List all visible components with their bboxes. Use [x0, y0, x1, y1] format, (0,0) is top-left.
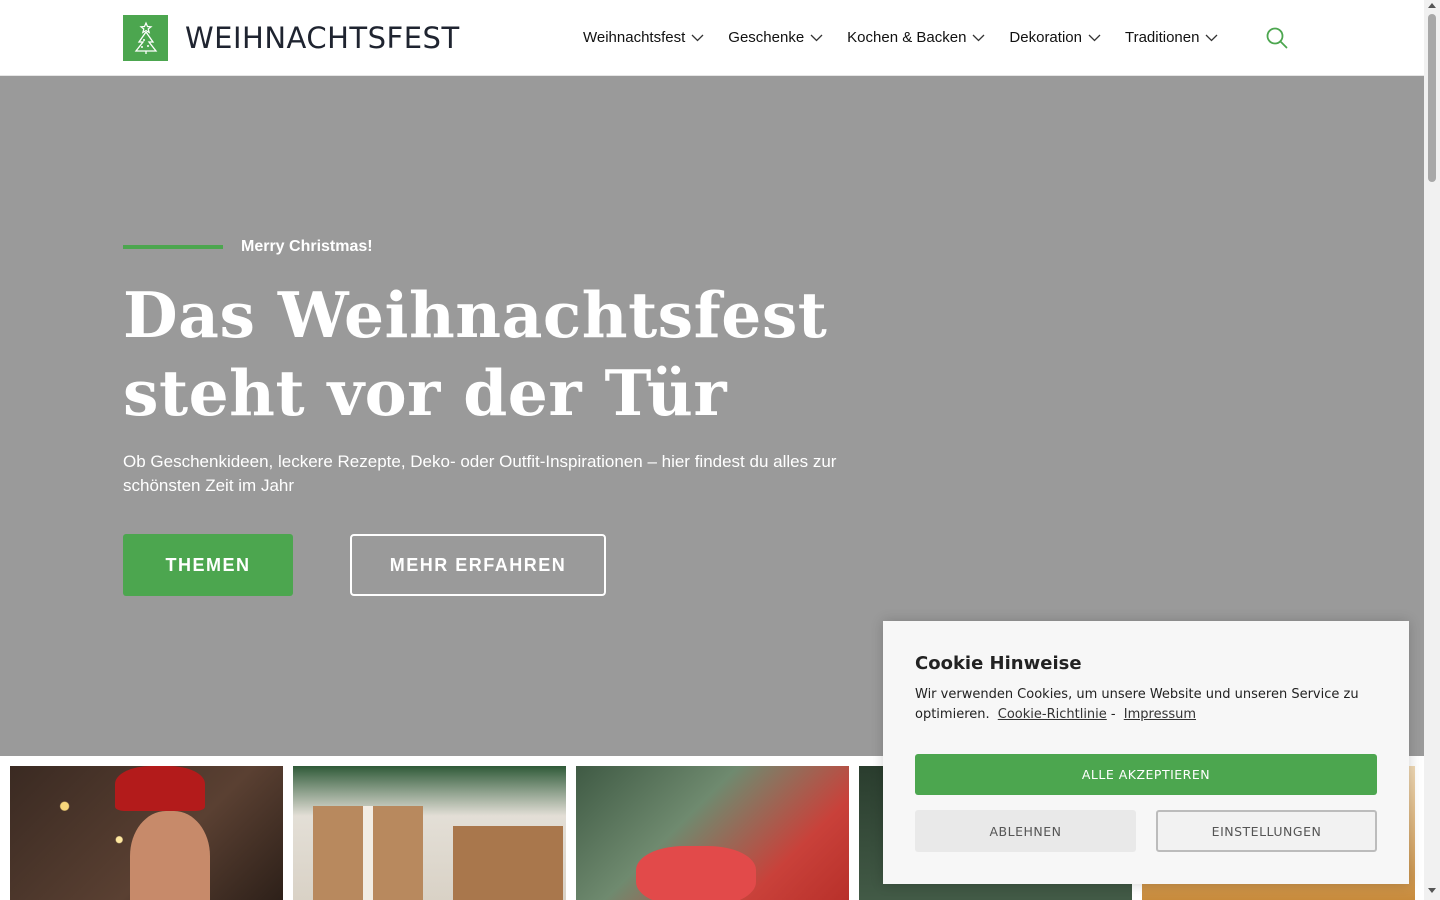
face-shape [130, 811, 210, 900]
nav-item-weihnachtsfest[interactable]: Weihnachtsfest [583, 29, 704, 46]
hero-title-line-1: Das Weihnachtsfest [123, 278, 828, 352]
photo-wrapped-gifts[interactable] [293, 766, 566, 900]
mehr-erfahren-button[interactable]: MEHR ERFAHREN [350, 534, 606, 596]
chevron-down-icon [1206, 34, 1218, 41]
antler-shape [115, 766, 205, 811]
site-logo[interactable]: WEIHNACHTSFEST [123, 15, 460, 61]
photo-woman-red-gift[interactable] [576, 766, 849, 900]
themen-button[interactable]: THEMEN [123, 534, 293, 596]
accept-all-button[interactable]: ALLE AKZEPTIEREN [915, 754, 1377, 795]
nav-item-geschenke[interactable]: Geschenke [728, 29, 823, 46]
nav-item-label: Kochen & Backen [847, 29, 967, 46]
site-header: WEIHNACHTSFEST Weihnachtsfest Geschenke … [0, 0, 1424, 76]
hero-eyebrow: Merry Christmas! [123, 238, 373, 256]
cookie-policy-link[interactable]: Cookie-Richtlinie [998, 707, 1107, 722]
search-icon[interactable] [1266, 27, 1288, 49]
nav-item-kochen-backen[interactable]: Kochen & Backen [847, 29, 985, 46]
main-nav: Weihnachtsfest Geschenke Kochen & Backen… [583, 0, 1242, 75]
scrollbar-thumb[interactable] [1428, 14, 1436, 182]
imprint-link[interactable]: Impressum [1124, 707, 1196, 722]
reject-button[interactable]: ABLEHNEN [915, 810, 1136, 852]
nav-item-traditionen[interactable]: Traditionen [1125, 29, 1219, 46]
cookie-settings-button[interactable]: EINSTELLUNGEN [1156, 810, 1377, 852]
christmas-tree-icon [123, 15, 168, 61]
gift-box [453, 826, 563, 900]
gift-ribbon [363, 806, 373, 900]
chevron-down-icon [1088, 34, 1101, 41]
cookie-title: Cookie Hinweise [915, 653, 1082, 674]
scroll-up-arrow-icon[interactable] [1428, 3, 1436, 8]
hero-subtitle: Ob Geschenkideen, leckere Rezepte, Deko-… [123, 452, 837, 495]
nav-item-label: Weihnachtsfest [583, 29, 686, 46]
chevron-down-icon [972, 34, 985, 41]
chevron-down-icon [810, 34, 823, 41]
cookie-text: Wir verwenden Cookies, um unsere Website… [915, 685, 1375, 725]
scroll-down-arrow-icon[interactable] [1428, 888, 1436, 893]
eyebrow-text: Merry Christmas! [241, 238, 373, 255]
nav-item-dekoration[interactable]: Dekoration [1009, 29, 1101, 46]
eyebrow-divider [123, 245, 223, 249]
hero-title-line-2: steht vor der Tür [123, 356, 728, 430]
nav-item-label: Traditionen [1124, 29, 1200, 46]
cookie-dialog: Cookie Hinweise Wir verwenden Cookies, u… [883, 621, 1409, 884]
nav-item-label: Dekoration [1009, 29, 1082, 46]
logo-text: WEIHNACHTSFEST [185, 21, 460, 55]
page-scrollbar[interactable] [1424, 0, 1440, 900]
nav-item-label: Geschenke [728, 29, 805, 46]
link-separator: - [1110, 707, 1116, 722]
photo-woman-reindeer-antlers[interactable] [10, 766, 283, 900]
hero-title: Das Weihnachtsfest steht vor der Tür [123, 276, 1023, 432]
chevron-down-icon [691, 34, 704, 41]
red-gift-shape [636, 846, 756, 900]
